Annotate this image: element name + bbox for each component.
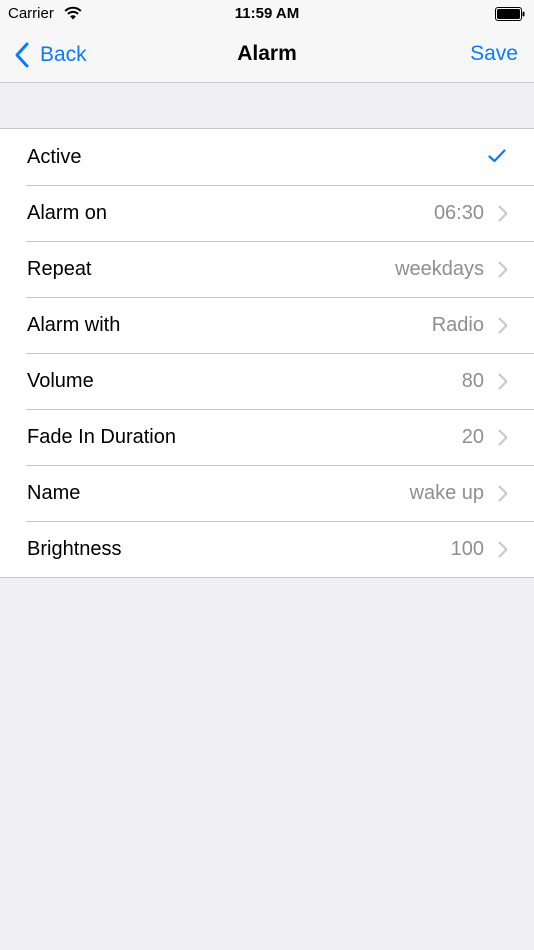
row-value: 80: [461, 370, 484, 392]
save-button[interactable]: Save: [470, 42, 518, 66]
chevron-right-icon: [498, 373, 508, 390]
checkmark-icon: [488, 149, 506, 163]
status-time: 11:59 AM: [234, 5, 300, 22]
alarm-on-row[interactable]: Alarm on 06:30: [0, 185, 534, 241]
row-label: Alarm on: [27, 202, 108, 224]
row-label: Name: [27, 482, 81, 504]
active-row[interactable]: Active: [0, 129, 534, 185]
chevron-right-icon: [498, 205, 508, 222]
chevron-right-icon: [498, 485, 508, 502]
chevron-right-icon: [498, 317, 508, 334]
chevron-right-icon: [498, 261, 508, 278]
battery-icon: [495, 7, 525, 21]
row-value: weekdays: [395, 258, 484, 280]
row-label: Brightness: [27, 538, 122, 560]
row-label: Alarm with: [27, 314, 121, 336]
row-value: 20: [461, 426, 484, 448]
row-value: 06:30: [433, 202, 484, 224]
row-label: Volume: [27, 370, 94, 392]
status-bar: Carrier 11:59 AM: [0, 0, 534, 28]
back-chevron-icon: [15, 42, 29, 68]
chevron-right-icon: [498, 429, 508, 446]
alarm-with-row[interactable]: Alarm with Radio: [0, 297, 534, 353]
fade-in-duration-row[interactable]: Fade In Duration 20: [0, 409, 534, 465]
back-button[interactable]: Back: [14, 40, 87, 70]
name-row[interactable]: Name wake up: [0, 465, 534, 521]
row-label: Active: [27, 146, 82, 168]
repeat-row[interactable]: Repeat weekdays: [0, 241, 534, 297]
row-value: Radio: [431, 314, 484, 336]
row-value: 100: [450, 538, 484, 560]
brightness-row[interactable]: Brightness 100: [0, 521, 534, 577]
back-label: Back: [40, 43, 87, 66]
row-label: Fade In Duration: [27, 426, 176, 448]
row-label: Repeat: [27, 258, 92, 280]
chevron-right-icon: [498, 541, 508, 558]
volume-row[interactable]: Volume 80: [0, 353, 534, 409]
alarm-settings-list: Active Alarm on 06:30 Repeat weekdays Al…: [0, 128, 534, 578]
navigation-bar: Back Alarm Save: [0, 28, 534, 83]
row-value: wake up: [409, 482, 485, 504]
